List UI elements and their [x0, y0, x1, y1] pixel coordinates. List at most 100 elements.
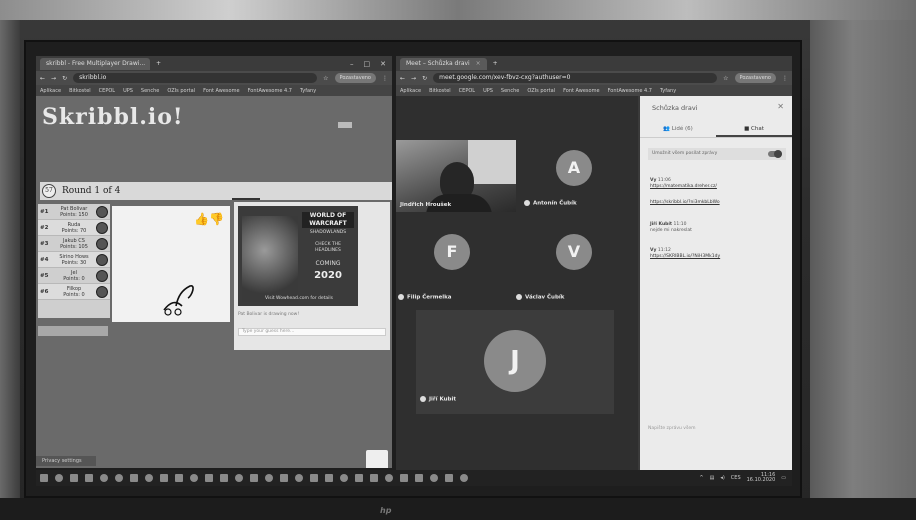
taskbar-app-icon[interactable]	[445, 474, 453, 482]
tab-chat[interactable]: ■ Chat	[716, 120, 792, 137]
taskbar-app-icon[interactable]	[190, 474, 198, 482]
guess-input[interactable]: Type your guess here...	[238, 328, 386, 336]
invite-button[interactable]	[38, 326, 108, 336]
taskbar-app-icon[interactable]	[280, 474, 288, 482]
bookmark-item[interactable]: OZIs portal	[167, 88, 195, 94]
bookmark-item[interactable]: FontAwesome 4.7	[248, 88, 292, 94]
ad-banner[interactable]: WORLD OF WARCRAFT SHADOWLANDS CHECK THE …	[238, 206, 358, 306]
player-row[interactable]: #4 Sirino Hows Points: 30	[38, 252, 110, 268]
maximize-button[interactable]: □	[364, 60, 371, 68]
send-message-input[interactable]: Napište zprávu všem	[648, 426, 786, 431]
bookmark-item[interactable]: OZIs portal	[527, 88, 555, 94]
volume-icon[interactable]: ◂)	[720, 475, 724, 481]
tab-skribbl[interactable]: skribbl - Free Multiplayer Drawi... ×	[40, 57, 150, 70]
star-icon[interactable]: ☆	[723, 75, 728, 82]
allow-messages-toggle[interactable]	[768, 150, 782, 158]
taskbar-app-icon[interactable]	[250, 474, 258, 482]
new-tab-icon[interactable]: +	[493, 60, 498, 67]
video-tile-camera[interactable]: Jindřich Hroušek	[396, 140, 516, 212]
taskbar-app-icon[interactable]	[370, 474, 378, 482]
video-tile-j[interactable]: J Jiří Kubit	[416, 310, 614, 414]
mini-button[interactable]	[338, 122, 352, 128]
bookmark-item[interactable]: Bitkostel	[429, 88, 451, 94]
tab-meet[interactable]: Meet – Schůzka dravi ×	[400, 57, 487, 70]
meet-stage: Jindřich Hroušek A Antonín Čubík F Filip…	[396, 96, 638, 470]
chat-link[interactable]: https://SKRIBBL.io/?NiH3Mk1dy	[650, 254, 780, 260]
bookmark-item[interactable]: FontAwesome 4.7	[608, 88, 652, 94]
bookmark-item[interactable]: CEPOL	[99, 88, 115, 94]
reload-icon[interactable]: ↻	[422, 75, 427, 82]
taskbar-app-icon[interactable]	[430, 474, 438, 482]
bookmark-item[interactable]: UPS	[123, 88, 133, 94]
close-window-button[interactable]: ✕	[380, 60, 386, 68]
player-row[interactable]: #1 Pat Bolivar Points: 150	[38, 204, 110, 220]
bookmark-item[interactable]: Tyfany	[300, 88, 316, 94]
address-bar[interactable]: skribbl.io	[73, 73, 318, 83]
taskbar-app-icon[interactable]	[220, 474, 228, 482]
taskbar-app-icon[interactable]	[310, 474, 318, 482]
bookmark-item[interactable]: Tyfany	[660, 88, 676, 94]
notifications-icon[interactable]: ▭	[781, 475, 786, 481]
taskbar-app-icon[interactable]	[160, 474, 168, 482]
chat-link[interactable]: https://matematika.dreher.cz/	[650, 184, 780, 190]
taskbar-app-icon[interactable]	[355, 474, 363, 482]
taskbar-app-icon[interactable]	[340, 474, 348, 482]
star-icon[interactable]: ☆	[323, 75, 328, 82]
drawing-canvas[interactable]: 👍👎	[112, 206, 230, 322]
taskbar-app-icon[interactable]	[205, 474, 213, 482]
network-icon[interactable]: ▤	[710, 475, 715, 481]
close-icon[interactable]: ✕	[777, 102, 784, 111]
bookmark-item[interactable]: Senche	[141, 88, 159, 94]
clock[interactable]: 11:16 16.10.2020	[747, 473, 776, 483]
menu-icon[interactable]: ⋮	[382, 75, 388, 82]
forward-icon[interactable]: →	[411, 75, 416, 82]
player-avatar	[96, 237, 108, 250]
bookmark-item[interactable]: UPS	[483, 88, 493, 94]
start-icon[interactable]	[40, 474, 48, 482]
taskbar-app-icon[interactable]	[130, 474, 138, 482]
chat-link[interactable]: https://skribbl.io/?ni3mkbLbWo	[650, 200, 780, 206]
taskbar-app-icon[interactable]	[235, 474, 243, 482]
bookmark-item[interactable]: Aplikace	[40, 88, 61, 94]
close-icon[interactable]: ×	[476, 60, 481, 67]
player-row[interactable]: #3 Jakub CS Points: 105	[38, 236, 110, 252]
reload-icon[interactable]: ↻	[62, 75, 67, 82]
back-icon[interactable]: ←	[400, 75, 405, 82]
address-bar[interactable]: meet.google.com/xev-fbvz-cxg?authuser=0	[433, 73, 718, 83]
language-indicator[interactable]: CES	[731, 475, 741, 481]
player-avatar	[96, 253, 108, 266]
explorer-icon[interactable]	[85, 474, 93, 482]
edge-icon[interactable]	[100, 474, 108, 482]
taskbar-app-icon[interactable]	[175, 474, 183, 482]
taskbar-app-icon[interactable]	[145, 474, 153, 482]
tab-people[interactable]: 👥 Lidé (6)	[640, 120, 716, 137]
taskbar-app-icon[interactable]	[385, 474, 393, 482]
bookmark-item[interactable]: CEPOL	[459, 88, 475, 94]
minimize-button[interactable]: –	[350, 60, 354, 68]
menu-icon[interactable]: ⋮	[782, 75, 788, 82]
taskbar-app-icon[interactable]	[265, 474, 273, 482]
bookmark-item[interactable]: Aplikace	[400, 88, 421, 94]
new-tab-icon[interactable]: +	[156, 60, 161, 67]
taskbar-app-icon[interactable]	[460, 474, 468, 482]
taskbar-app-icon[interactable]	[295, 474, 303, 482]
task-view-icon[interactable]	[70, 474, 78, 482]
profile-button[interactable]: Pozastaveno	[734, 73, 776, 83]
chevron-up-icon[interactable]: ^	[699, 475, 703, 481]
bookmark-item[interactable]: Bitkostel	[69, 88, 91, 94]
player-row[interactable]: #6 Filkop Points: 0	[38, 284, 110, 300]
bookmark-item[interactable]: Font Awesome	[203, 88, 239, 94]
profile-button[interactable]: Pozastaveno	[334, 73, 376, 83]
chrome-icon[interactable]	[115, 474, 123, 482]
bookmark-item[interactable]: Senche	[501, 88, 519, 94]
taskbar-app-icon[interactable]	[415, 474, 423, 482]
player-row[interactable]: #5 Jel Points: 0	[38, 268, 110, 284]
bookmark-item[interactable]: Font Awesome	[563, 88, 599, 94]
player-row[interactable]: #2 Ruda Points: 70	[38, 220, 110, 236]
search-icon[interactable]	[55, 474, 63, 482]
taskbar-app-icon[interactable]	[400, 474, 408, 482]
privacy-settings-button[interactable]: Privacy settings	[36, 456, 96, 466]
back-icon[interactable]: ←	[40, 75, 45, 82]
taskbar-app-icon[interactable]	[325, 474, 333, 482]
forward-icon[interactable]: →	[51, 75, 56, 82]
